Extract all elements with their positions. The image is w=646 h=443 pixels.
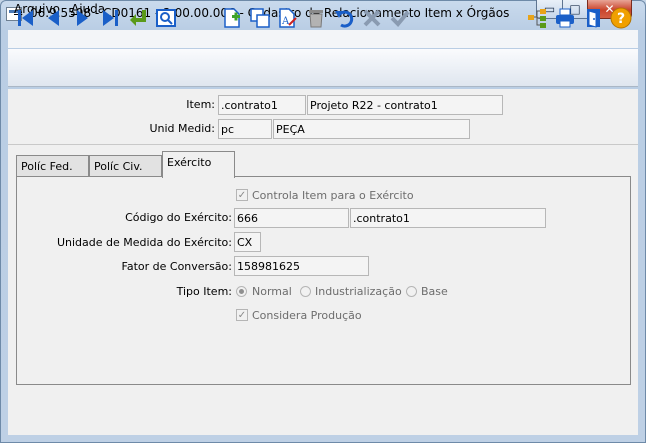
copy-icon[interactable] xyxy=(248,6,272,30)
last-record-icon[interactable] xyxy=(98,6,122,30)
goto-icon[interactable] xyxy=(126,6,150,30)
undo-icon[interactable] xyxy=(332,6,356,30)
codigo-exercito-description-field: .contrato1 xyxy=(350,208,546,228)
unidade-medida-exercito-label: Unidade de Medida do Exército: xyxy=(56,236,232,249)
fator-conversao-label: Fator de Conversão: xyxy=(121,260,232,273)
tipo-item-base-label: Base xyxy=(421,285,448,298)
tab-polic-civ[interactable]: Políc Civ. xyxy=(89,155,162,177)
menu-bar xyxy=(8,30,638,48)
tab-exercito[interactable]: Exército xyxy=(162,151,235,178)
tipo-item-normal-radio[interactable] xyxy=(236,286,247,297)
delete-icon[interactable] xyxy=(304,6,328,30)
tipo-item-industrializacao-label: Industrialização xyxy=(315,285,402,298)
item-label: Item: xyxy=(186,98,215,111)
confirm-icon[interactable] xyxy=(388,6,412,30)
print-icon[interactable] xyxy=(553,6,577,30)
item-description-field: Projeto R22 - contrato1 xyxy=(307,95,503,115)
tipo-item-industrializacao-radio[interactable] xyxy=(300,286,311,297)
unid-medid-code-field[interactable]: pc xyxy=(218,119,272,139)
next-record-icon[interactable] xyxy=(70,6,94,30)
tipo-item-base-radio[interactable] xyxy=(406,286,417,297)
unid-medid-label: Unid Medid: xyxy=(149,122,215,135)
item-code-field[interactable]: .contrato1 xyxy=(218,95,306,115)
search-icon[interactable] xyxy=(154,6,178,30)
unidade-medida-exercito-field[interactable]: CX xyxy=(234,232,261,252)
first-record-icon[interactable] xyxy=(14,6,38,30)
edit-icon[interactable]: A xyxy=(276,6,300,30)
svg-text:A: A xyxy=(281,16,290,27)
previous-record-icon[interactable] xyxy=(42,6,66,30)
tab-polic-fed[interactable]: Políc Fed. xyxy=(16,155,89,177)
exit-icon[interactable] xyxy=(582,6,606,30)
controla-item-checkbox[interactable]: ✓ xyxy=(236,189,248,201)
new-record-icon[interactable] xyxy=(220,6,244,30)
tipo-item-normal-label: Normal xyxy=(252,285,292,298)
controla-item-label: Controla Item para o Exército xyxy=(252,189,414,202)
codigo-exercito-field[interactable]: 666 xyxy=(234,208,349,228)
tipo-item-label: Tipo Item: xyxy=(176,285,232,298)
considera-producao-checkbox[interactable]: ✓ xyxy=(236,309,248,321)
unid-medid-description-field: PEÇA xyxy=(273,119,470,139)
toolbar xyxy=(8,49,638,87)
help-icon[interactable]: ? xyxy=(609,6,633,30)
cancel-icon[interactable] xyxy=(360,6,384,30)
svg-text:?: ? xyxy=(617,11,625,27)
codigo-exercito-label: Código do Exército: xyxy=(125,211,232,224)
considera-producao-label: Considera Produção xyxy=(252,309,362,322)
relations-icon[interactable] xyxy=(525,6,549,30)
fator-conversao-field[interactable]: 158981625 xyxy=(234,256,369,276)
